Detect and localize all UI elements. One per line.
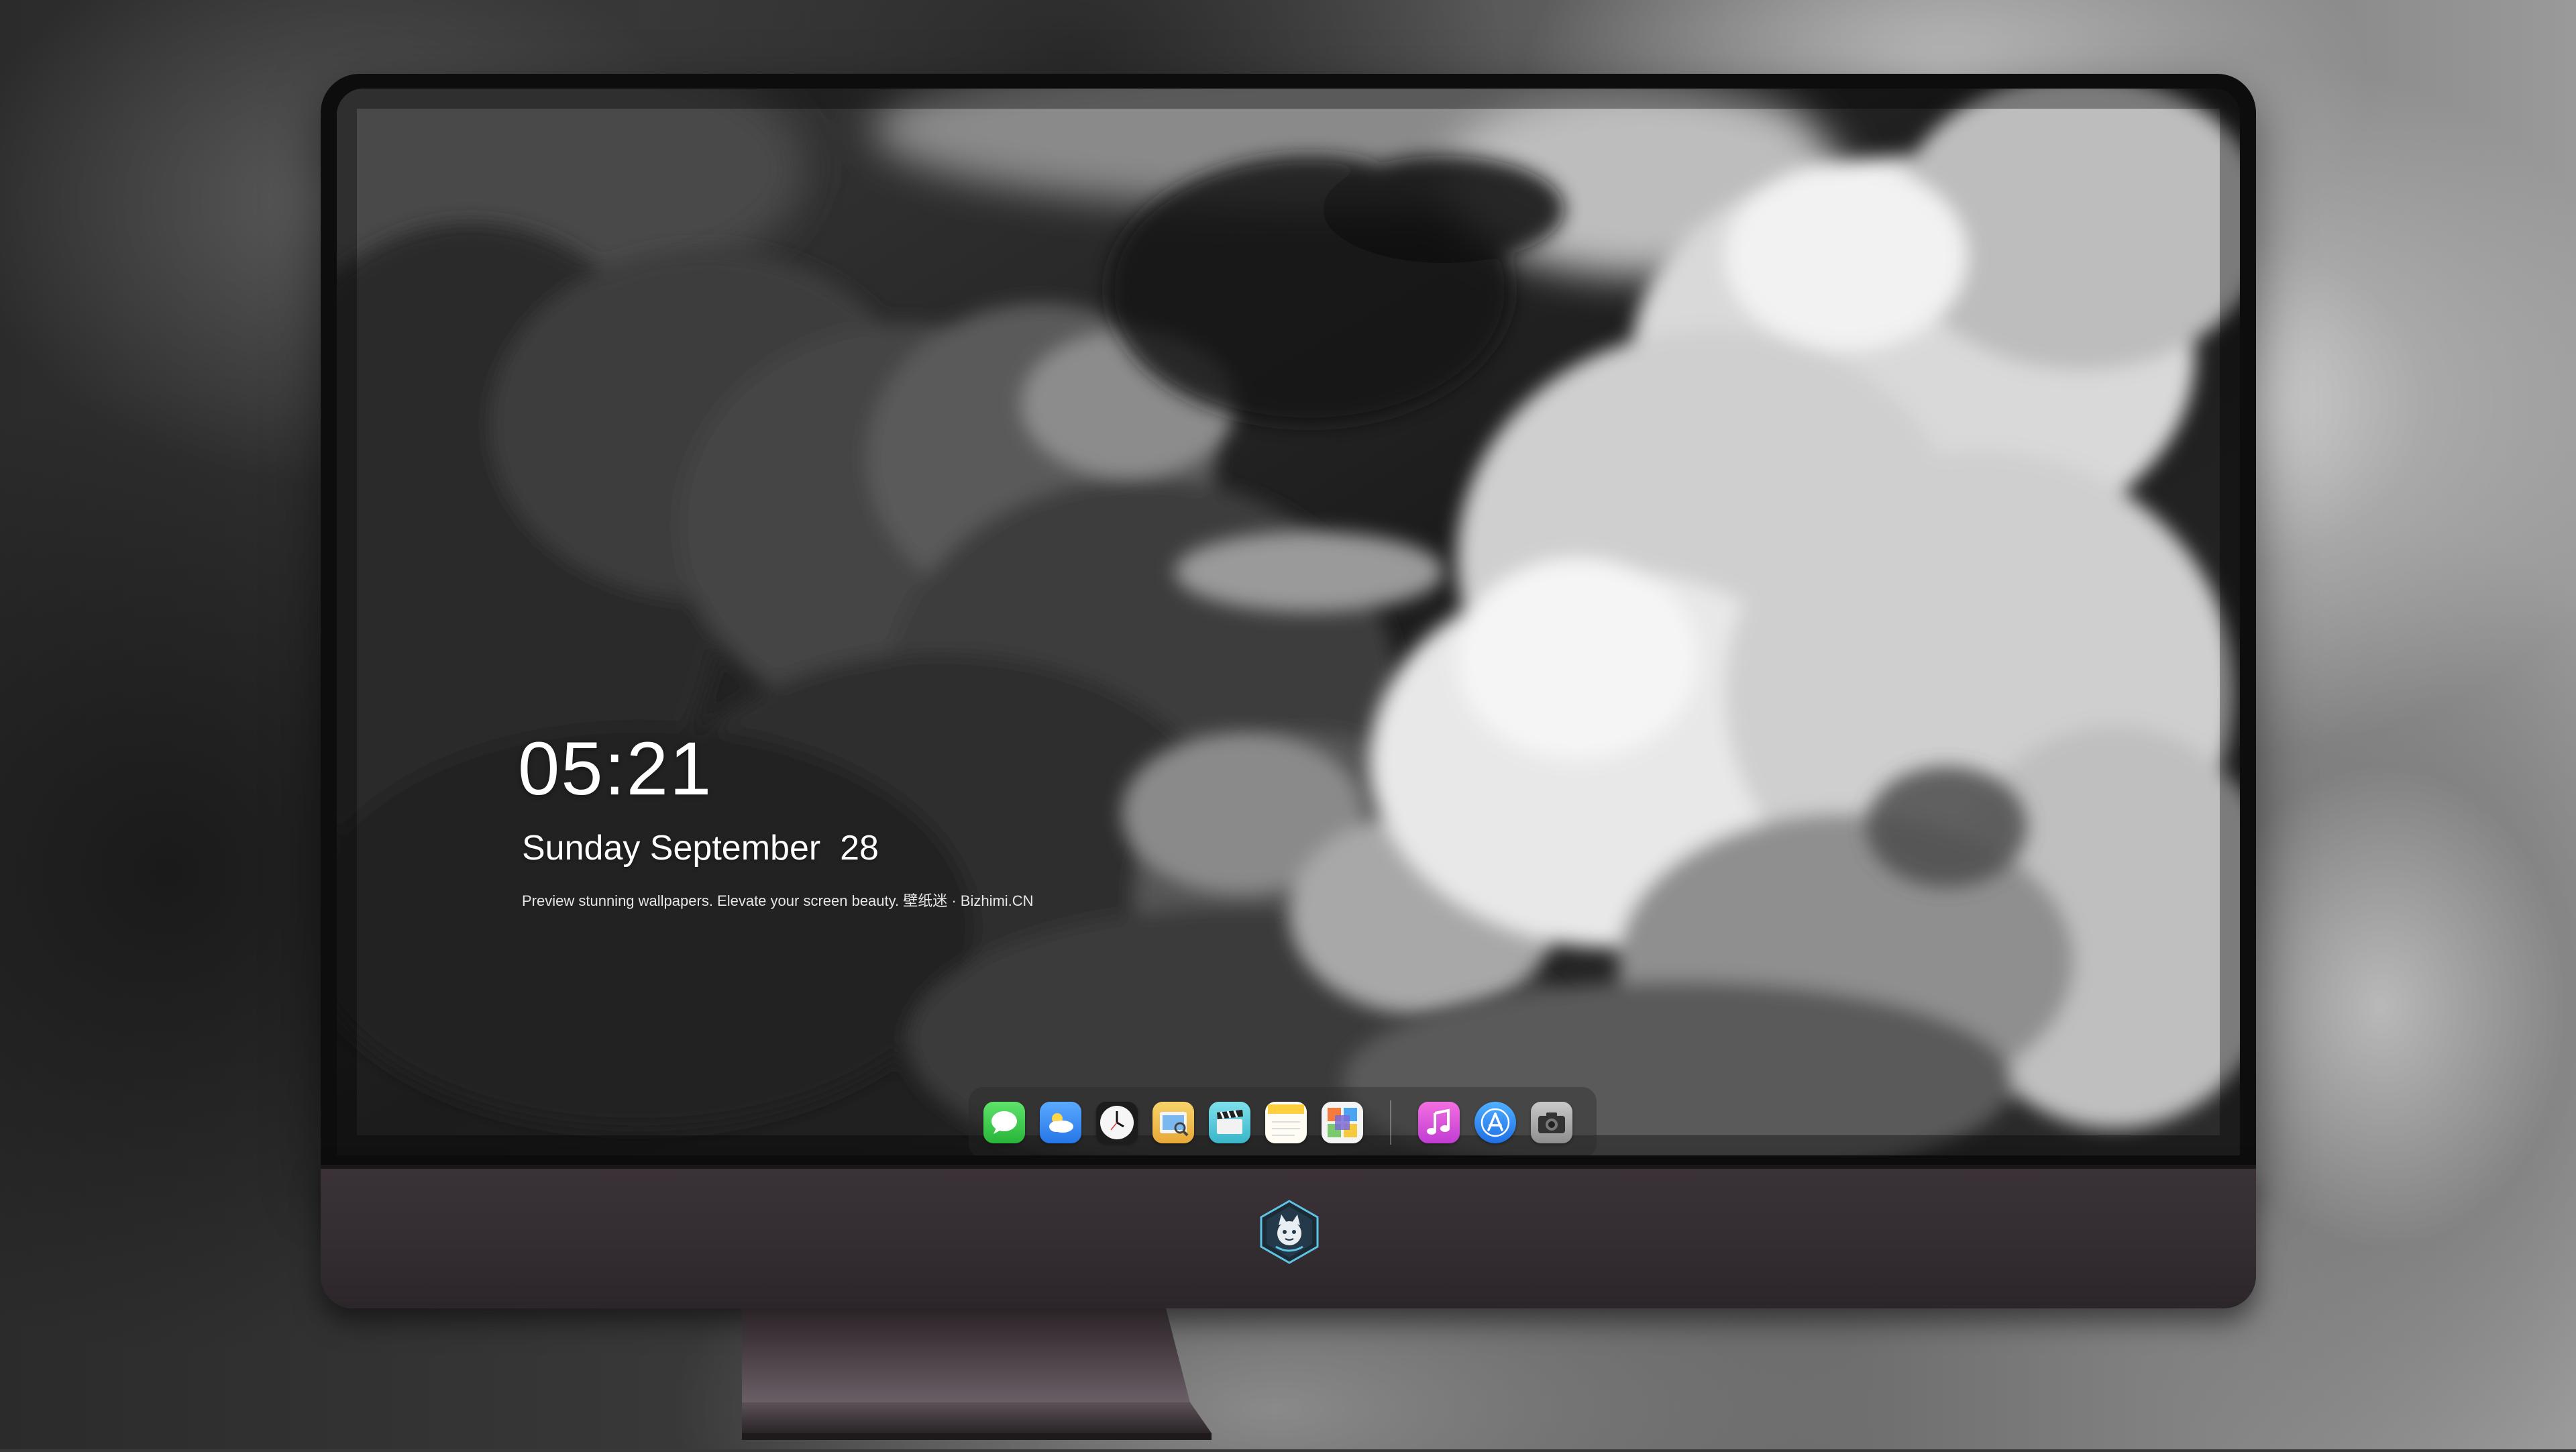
preview-icon[interactable] xyxy=(1152,1102,1194,1143)
wallpaper-tagline: Preview stunning wallpapers. Elevate you… xyxy=(522,892,1034,909)
lock-screen[interactable]: 05:21 Sunday September 28 Preview stunni… xyxy=(337,89,2240,1155)
monitor: 05:21 Sunday September 28 Preview stunni… xyxy=(321,74,2256,1440)
clock-icon[interactable] xyxy=(1096,1102,1138,1143)
monitor-stand xyxy=(696,1308,1864,1440)
lock-screen-time: 05:21 xyxy=(518,727,713,811)
mascot-logo-icon xyxy=(1256,1198,1323,1265)
app-store-icon[interactable] xyxy=(1474,1102,1516,1143)
notes-icon[interactable] xyxy=(1265,1102,1307,1143)
clapperboard-icon[interactable] xyxy=(1209,1102,1250,1143)
music-icon[interactable] xyxy=(1418,1102,1460,1143)
dock-separator xyxy=(1390,1100,1391,1145)
dock xyxy=(969,1087,1597,1155)
weather-icon[interactable] xyxy=(1040,1102,1081,1143)
cloud-wallpaper xyxy=(337,89,2240,1155)
camera-icon[interactable] xyxy=(1531,1102,1572,1143)
lock-screen-date: Sunday September 28 xyxy=(522,829,879,868)
photo-grid-icon[interactable] xyxy=(1322,1102,1363,1143)
monitor-bezel: 05:21 Sunday September 28 Preview stunni… xyxy=(321,74,2256,1170)
chin-divider xyxy=(321,1165,2256,1169)
messages-icon[interactable] xyxy=(983,1102,1025,1143)
